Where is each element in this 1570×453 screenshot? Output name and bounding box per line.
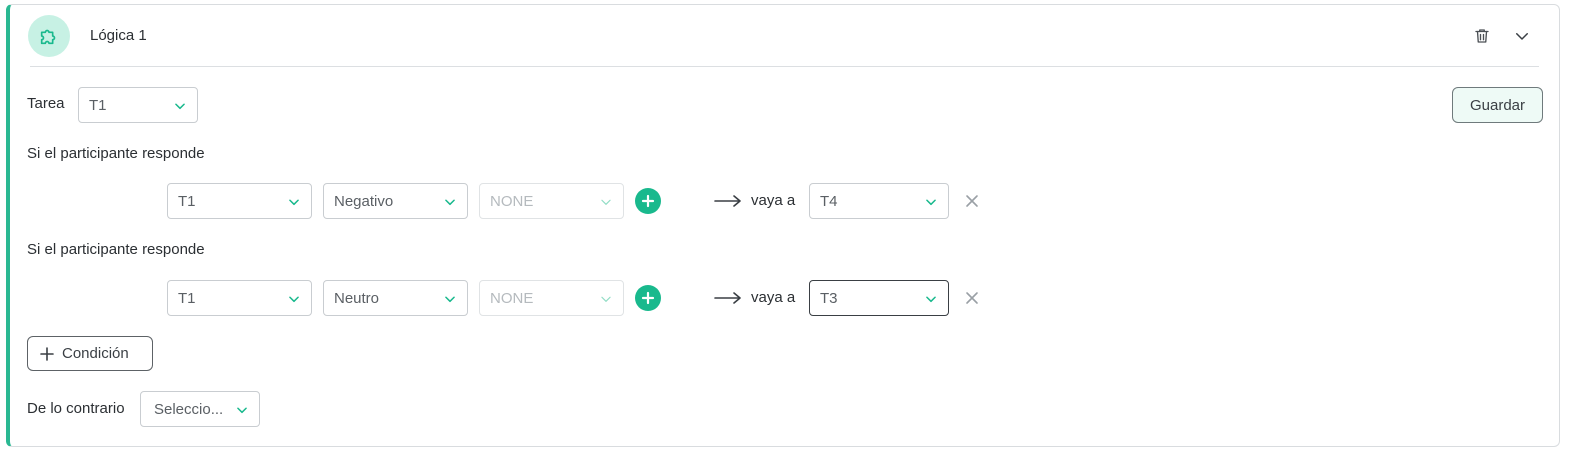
condition-question-select[interactable]: T1 <box>167 183 312 219</box>
logic-title: Lógica 1 <box>90 27 147 44</box>
header-divider <box>30 66 1539 67</box>
chevron-down-icon <box>289 199 299 206</box>
condition-target-select[interactable]: T3 <box>809 280 949 316</box>
condition-label: Si el participante responde <box>27 145 205 162</box>
add-condition-button[interactable]: Condición <box>27 336 153 371</box>
close-icon[interactable] <box>963 192 981 210</box>
chevron-down-icon <box>175 103 185 110</box>
chevron-down-icon <box>237 407 247 414</box>
condition-question-value: T1 <box>178 192 196 210</box>
chevron-down-icon[interactable] <box>1510 24 1534 48</box>
chevron-down-icon <box>289 296 299 303</box>
save-button[interactable]: Guardar <box>1452 87 1543 123</box>
task-select-value: T1 <box>89 96 107 114</box>
otherwise-label: De lo contrario <box>27 400 125 417</box>
chevron-down-icon <box>601 296 611 302</box>
condition-question-value: T1 <box>178 289 196 307</box>
condition-question-select[interactable]: T1 <box>167 280 312 316</box>
plus-icon <box>641 291 655 305</box>
close-icon[interactable] <box>963 289 981 307</box>
condition-extra-select[interactable]: NONE <box>479 280 624 316</box>
chevron-down-icon <box>445 296 455 303</box>
condition-extra-value: NONE <box>490 192 534 210</box>
otherwise-select-value: Seleccio... <box>154 400 224 418</box>
plus-icon <box>641 194 655 208</box>
condition-target-value: T4 <box>820 192 838 210</box>
logic-header[interactable]: Lógica 1 <box>10 5 1559 67</box>
task-label: Tarea <box>27 95 65 112</box>
otherwise-select[interactable]: Seleccio... <box>140 391 260 427</box>
chevron-down-icon <box>926 199 936 206</box>
condition-target-value: T3 <box>820 289 838 307</box>
condition-target-select[interactable]: T4 <box>809 183 949 219</box>
plus-icon <box>40 346 54 361</box>
add-answer-button[interactable] <box>635 188 661 214</box>
goto-label: vaya a <box>751 289 796 306</box>
trash-icon[interactable] <box>1470 24 1494 48</box>
condition-extra-value: NONE <box>490 289 534 307</box>
chevron-down-icon <box>601 199 611 205</box>
chevron-down-icon <box>445 199 455 206</box>
condition-answer-select[interactable]: Neutro <box>323 280 468 316</box>
condition-answer-select[interactable]: Negativo <box>323 183 468 219</box>
condition-answer-value: Neutro <box>334 289 380 307</box>
condition-label: Si el participante responde <box>27 241 205 258</box>
logic-card: Lógica 1 Tarea T1 Guardar Si el particip… <box>6 4 1560 447</box>
goto-label: vaya a <box>751 192 796 209</box>
add-condition-label: Condición <box>62 345 129 362</box>
puzzle-icon <box>28 15 70 57</box>
add-answer-button[interactable] <box>635 285 661 311</box>
arrow-right-icon <box>714 195 741 207</box>
chevron-down-icon <box>926 296 936 303</box>
task-select[interactable]: T1 <box>78 87 198 123</box>
arrow-right-icon <box>714 292 741 304</box>
condition-extra-select[interactable]: NONE <box>479 183 624 219</box>
condition-answer-value: Negativo <box>334 192 394 210</box>
